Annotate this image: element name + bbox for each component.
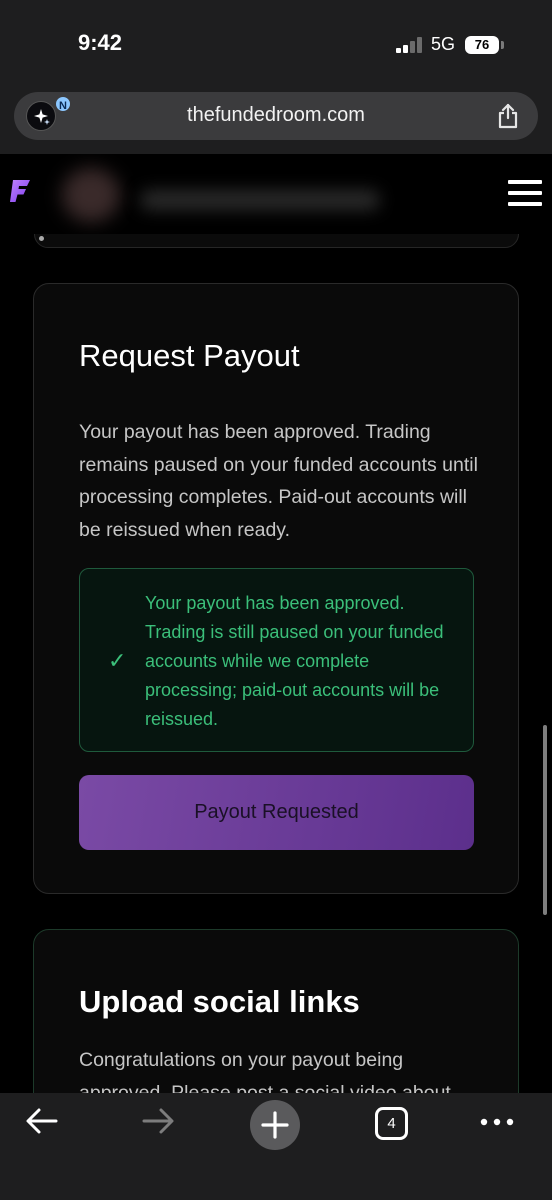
browser-address-area: N thefundedroom.com <box>0 80 552 154</box>
request-payout-card: Request Payout Your payout has been appr… <box>33 283 519 894</box>
status-time: 9:42 <box>78 30 123 55</box>
payout-requested-button[interactable]: Payout Requested <box>79 775 474 850</box>
back-arrow-icon[interactable] <box>24 1103 64 1147</box>
check-icon: ✓ <box>108 648 127 673</box>
share-icon[interactable] <box>496 103 520 134</box>
notice-text: Your payout has been approved. Trading i… <box>145 593 444 729</box>
approval-notice: ✓ Your payout has been approved. Trading… <box>79 568 474 752</box>
forward-arrow-icon[interactable] <box>140 1103 180 1147</box>
blurred-username <box>140 190 380 210</box>
battery-icon: 76 <box>465 36 499 54</box>
url-text[interactable]: thefundedroom.com <box>14 104 538 127</box>
site-logo[interactable] <box>10 176 32 211</box>
scrollbar[interactable] <box>543 725 547 915</box>
blurred-avatar <box>62 168 120 222</box>
card-dot <box>39 236 44 241</box>
payout-description: Your payout has been approved. Trading r… <box>79 421 478 541</box>
status-bar: 9:42 5G 76 <box>0 0 552 80</box>
site-header <box>0 154 552 234</box>
signal-icon <box>396 37 424 53</box>
network-type: 5G <box>431 34 456 54</box>
more-icon[interactable] <box>478 1103 518 1147</box>
tabs-icon[interactable]: 4 <box>375 1107 408 1140</box>
address-bar[interactable]: N thefundedroom.com <box>14 92 538 140</box>
payout-title: Request Payout <box>79 338 300 373</box>
battery-tip <box>501 41 504 49</box>
social-title: Upload social links <box>79 984 360 1019</box>
plus-icon[interactable] <box>250 1100 300 1150</box>
browser-toolbar: 4 <box>0 1093 552 1200</box>
hamburger-icon[interactable] <box>508 180 542 206</box>
